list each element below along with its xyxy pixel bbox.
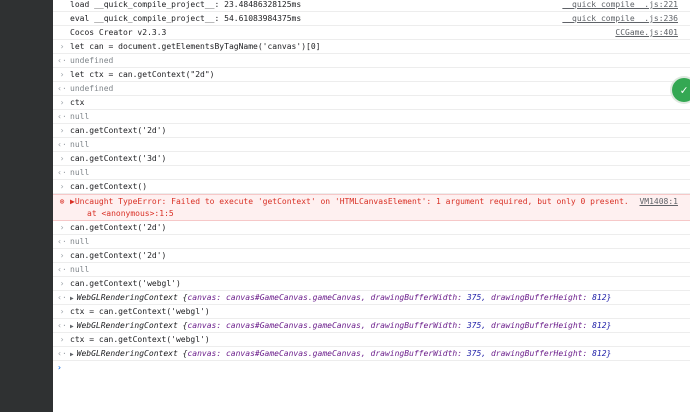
input-row: › can.getContext('webgl') (53, 277, 690, 291)
log-row: Cocos Creator v2.3.3 CCGame.js:401 (53, 26, 690, 40)
result-chevron-icon: ‹· (57, 321, 67, 330)
result-row: ‹· undefined (53, 54, 690, 68)
result-text: null (70, 168, 90, 177)
input-chevron-icon: › (59, 251, 65, 260)
result-text: null (70, 237, 90, 246)
result-text: undefined (70, 84, 114, 93)
input-text: can.getContext('2d') (70, 223, 167, 232)
expand-triangle-icon[interactable]: ▶ (70, 295, 74, 302)
log-text: Cocos Creator v2.3.3 (70, 28, 167, 37)
result-chevron-icon: ‹· (57, 293, 67, 302)
result-text: null (70, 140, 90, 149)
devtools-console[interactable]: load __quick_compile_project__: 23.48486… (53, 0, 690, 412)
input-chevron-icon: › (59, 98, 65, 107)
result-chevron-icon: ‹· (57, 84, 67, 93)
input-chevron-icon: › (59, 279, 65, 288)
log-row: eval __quick_compile_project__: 54.61083… (53, 12, 690, 26)
input-text: can.getContext('2d') (70, 126, 167, 135)
input-row: › let can = document.getElementsByTagNam… (53, 40, 690, 54)
source-link[interactable]: CCGame.js:401 (615, 26, 678, 39)
input-chevron-icon: › (59, 154, 65, 163)
result-chevron-icon: ‹· (57, 168, 67, 177)
result-chevron-icon: ‹· (57, 140, 67, 149)
log-row: load __quick_compile_project__: 23.48486… (53, 0, 690, 12)
expand-triangle-icon[interactable]: ▶ (70, 323, 74, 330)
prompt-chevron-icon: › (57, 363, 62, 372)
input-chevron-icon: › (59, 42, 65, 51)
log-text: load __quick_compile_project__: 23.48486… (70, 0, 302, 9)
source-link[interactable]: __quick_compile__.js:221 (562, 0, 678, 11)
console-prompt[interactable]: › (53, 361, 690, 375)
floating-action-icon[interactable]: ✓ (672, 78, 690, 102)
input-chevron-icon: › (59, 70, 65, 79)
input-row: › can.getContext('2d') (53, 124, 690, 138)
result-row: ‹· null (53, 166, 690, 180)
input-chevron-icon: › (59, 182, 65, 191)
input-text: ctx = can.getContext('webgl') (70, 307, 210, 316)
result-text: null (70, 112, 90, 121)
input-chevron-icon: › (59, 307, 65, 316)
input-text: can.getContext('3d') (70, 154, 167, 163)
input-text: let ctx = can.getContext("2d") (70, 70, 215, 79)
result-row: ‹· undefined (53, 82, 690, 96)
result-text: undefined (70, 56, 114, 65)
log-text: eval __quick_compile_project__: 54.61083… (70, 14, 302, 23)
object-row[interactable]: ‹· ▶ WebGLRenderingContext {canvas: canva… (53, 291, 690, 305)
input-row: › can.getContext() (53, 180, 690, 194)
input-text: can.getContext('webgl') (70, 279, 181, 288)
object-preview[interactable]: ▶ WebGLRenderingContext {canvas: canvas#G… (70, 347, 611, 361)
object-preview[interactable]: ▶ WebGLRenderingContext {canvas: canvas#G… (70, 319, 611, 333)
input-text: ctx = can.getContext('webgl') (70, 335, 210, 344)
input-row: › can.getContext('3d') (53, 152, 690, 166)
error-stack: at <anonymous>:1:5 (87, 209, 174, 218)
expand-triangle-icon[interactable]: ▶ (70, 351, 74, 358)
result-chevron-icon: ‹· (57, 349, 67, 358)
input-row: › ctx (53, 96, 690, 110)
error-icon: ⊗ (59, 197, 65, 206)
input-text: let can = document.getElementsByTagName(… (70, 42, 321, 51)
input-text: ctx (70, 98, 85, 107)
result-chevron-icon: ‹· (57, 56, 67, 65)
source-link[interactable]: VM1408:1 (639, 195, 678, 208)
result-row: ‹· null (53, 138, 690, 152)
input-row: › ctx = can.getContext('webgl') (53, 333, 690, 347)
result-row: ‹· null (53, 110, 690, 124)
error-row: ⊗ ▶Uncaught TypeError: Failed to execute… (53, 194, 690, 221)
input-text: can.getContext() (70, 182, 148, 191)
object-preview[interactable]: ▶ WebGLRenderingContext {canvas: canvas#G… (70, 291, 611, 305)
result-chevron-icon: ‹· (57, 265, 67, 274)
input-row: › ctx = can.getContext('webgl') (53, 305, 690, 319)
input-chevron-icon: › (59, 223, 65, 232)
input-text: can.getContext('2d') (70, 251, 167, 260)
result-row: ‹· null (53, 235, 690, 249)
input-row: › can.getContext('2d') (53, 221, 690, 235)
result-chevron-icon: ‹· (57, 112, 67, 121)
object-row[interactable]: ‹· ▶ WebGLRenderingContext {canvas: canva… (53, 347, 690, 361)
result-chevron-icon: ‹· (57, 237, 67, 246)
result-row: ‹· null (53, 263, 690, 277)
input-row: › can.getContext('2d') (53, 249, 690, 263)
left-panel (0, 0, 53, 412)
object-row[interactable]: ‹· ▶ WebGLRenderingContext {canvas: canva… (53, 319, 690, 333)
input-chevron-icon: › (59, 335, 65, 344)
input-row: › let ctx = can.getContext("2d") (53, 68, 690, 82)
source-link[interactable]: __quick_compile__.js:236 (562, 12, 678, 25)
result-text: null (70, 265, 90, 274)
input-chevron-icon: › (59, 126, 65, 135)
